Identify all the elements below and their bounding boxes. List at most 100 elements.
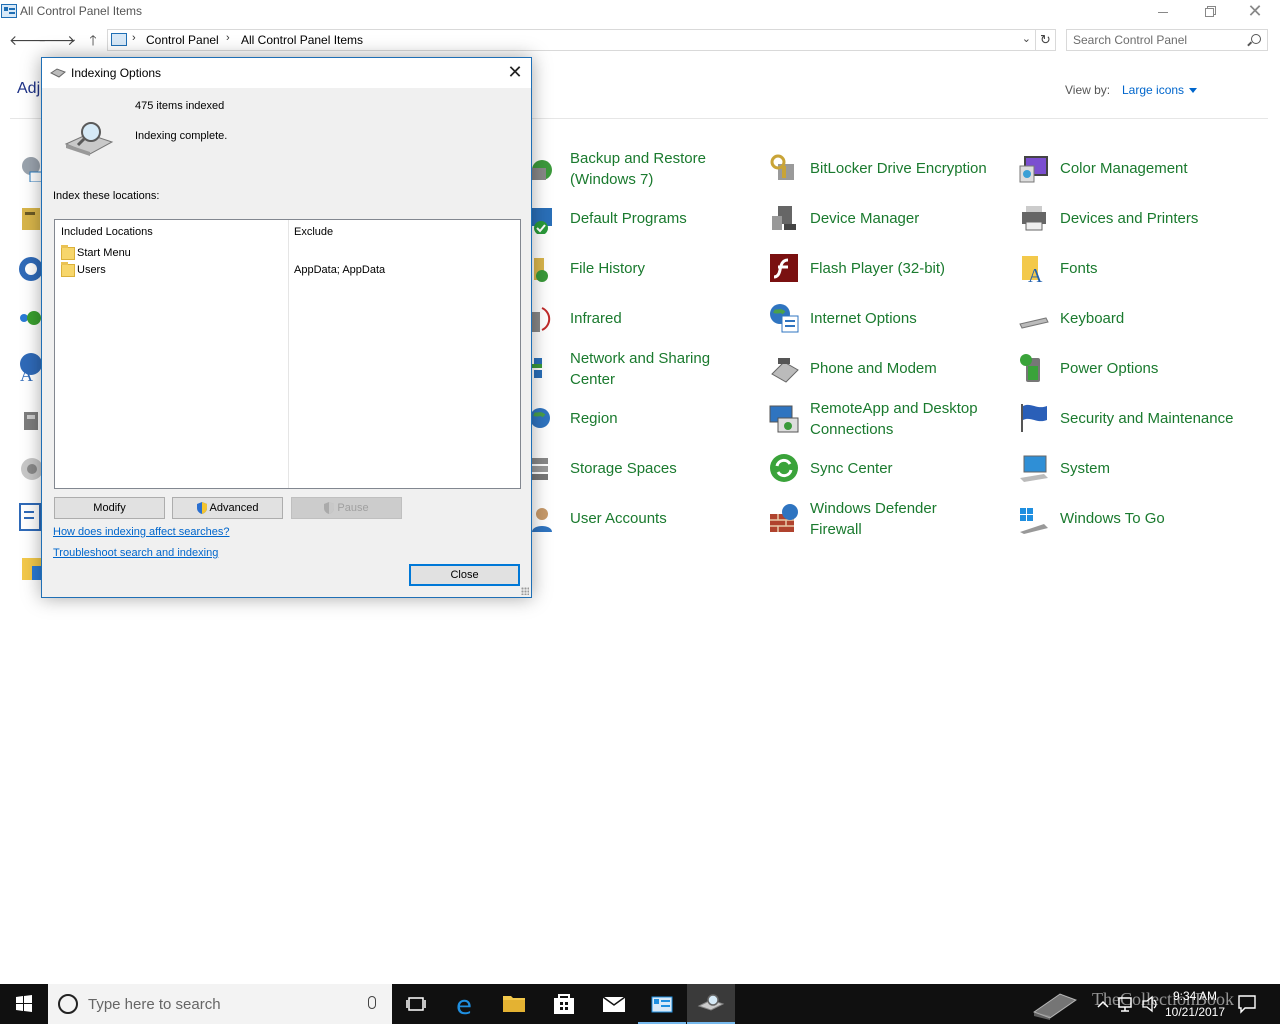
breadcrumb-control-panel[interactable]: Control Panel [146, 33, 219, 47]
cp-item-security-maintenance[interactable]: Security and Maintenance [1018, 398, 1258, 442]
close-button[interactable]: Close [409, 564, 520, 586]
pause-label: Pause [337, 502, 369, 514]
cp-item-devices-printers[interactable]: Devices and Printers [1018, 198, 1258, 242]
cp-item-power-options[interactable]: Power Options [1018, 348, 1258, 392]
modify-button[interactable]: Modify [54, 497, 165, 519]
cp-item-windows-to-go[interactable]: Windows To Go [1018, 498, 1258, 542]
cp-item-backup-restore[interactable]: Backup and Restore (Windows 7) [528, 148, 768, 192]
breadcrumb-separator[interactable]: › [226, 32, 230, 44]
dialog-title-bar[interactable]: Indexing Options ✕ [42, 58, 531, 88]
recent-locations-button[interactable]: ⌄ [63, 30, 83, 50]
minimize-icon [1158, 11, 1168, 13]
locations-list[interactable]: Included Locations Exclude Start Menu Us… [54, 219, 521, 489]
bitlocker-icon [770, 154, 794, 180]
taskbar-file-explorer[interactable] [490, 984, 538, 1024]
taskbar-indexing-options[interactable] [687, 984, 735, 1024]
color-management-icon [1019, 156, 1048, 183]
cp-item-label: Phone and Modem [810, 360, 937, 377]
items-indexed-count: 475 items indexed [135, 100, 225, 112]
start-button[interactable] [0, 984, 48, 1024]
list-item[interactable]: Start Menu [61, 245, 516, 262]
cp-item-default-programs[interactable]: Default Programs [528, 198, 768, 242]
forward-button[interactable]: 🡒 [38, 30, 76, 50]
cp-item-phone-modem[interactable]: Phone and Modem [768, 348, 1008, 392]
device-manager-icon [772, 206, 796, 230]
back-button[interactable]: 🡐 [9, 30, 47, 50]
list-item[interactable]: Users AppData; AppData [61, 262, 516, 279]
firewall-icon [770, 504, 798, 532]
cp-item-storage-spaces[interactable]: Storage Spaces [528, 448, 768, 492]
microphone-icon[interactable] [368, 996, 376, 1009]
cp-item-remoteapp[interactable]: RemoteApp and Desktop Connections [768, 398, 1008, 442]
cp-item-keyboard[interactable]: Keyboard [1018, 298, 1258, 342]
cp-item-network-sharing[interactable]: Network and Sharing Center [528, 348, 768, 392]
cp-item-device-manager[interactable]: Device Manager [768, 198, 1008, 242]
column-header-exclude[interactable]: Exclude [294, 226, 333, 238]
cp-item-region[interactable]: Region [528, 398, 768, 442]
cp-item-file-history[interactable]: File History [528, 248, 768, 292]
taskbar-mail[interactable] [590, 984, 638, 1024]
taskbar-search[interactable]: Type here to search [48, 984, 392, 1024]
close-window-button[interactable]: ✕ [1232, 0, 1278, 24]
cp-item-color-management[interactable]: Color Management [1018, 148, 1258, 192]
folder-icon [61, 245, 75, 260]
internet-options-icon [770, 304, 799, 333]
cp-item-user-accounts[interactable]: User Accounts [528, 498, 768, 542]
minimize-button[interactable] [1140, 0, 1186, 24]
cp-item-label: Color Management [1060, 160, 1188, 177]
task-view-button[interactable] [392, 984, 440, 1024]
cp-item-infrared[interactable]: Infrared [528, 298, 768, 342]
taskbar-control-panel[interactable] [638, 984, 686, 1024]
folder-icon [61, 262, 75, 277]
default-programs-icon [532, 208, 552, 234]
cp-item-internet-options[interactable]: Internet Options [768, 298, 1008, 342]
view-by-value: Large icons [1122, 83, 1185, 97]
cp-item-firewall[interactable]: Windows Defender Firewall [768, 498, 1008, 542]
pause-button: Pause [291, 497, 402, 519]
cp-item-fonts[interactable]: A Fonts [1018, 248, 1258, 292]
cp-item-sync-center[interactable]: Sync Center [768, 448, 1008, 492]
breadcrumb-separator[interactable]: › [132, 32, 136, 44]
up-button[interactable]: 🡑 [83, 30, 103, 50]
sync-center-icon [770, 454, 798, 482]
column-header-included[interactable]: Included Locations [61, 226, 153, 238]
view-by-label: View by: [1065, 83, 1111, 97]
advanced-button[interactable]: Advanced [172, 497, 283, 519]
cp-item-flash-player[interactable]: Flash Player (32-bit) [768, 248, 1008, 292]
breadcrumb-all-items[interactable]: All Control Panel Items [241, 33, 363, 47]
remoteapp-icon [769, 405, 799, 433]
locations-label: Index these locations: [53, 190, 160, 202]
indexing-options-dialog: Indexing Options ✕ 475 items indexed Ind… [41, 57, 532, 598]
indexing-icon [50, 68, 66, 78]
title-bar: All Control Panel Items ✕ [0, 0, 1280, 24]
flash-player-icon [770, 254, 798, 282]
indexing-affect-link[interactable]: How does indexing affect searches? [53, 526, 230, 538]
address-dropdown-icon[interactable]: ⌄ [1022, 32, 1031, 45]
cp-item-system[interactable]: System [1018, 448, 1258, 492]
resize-grip[interactable] [521, 587, 529, 595]
search-box[interactable] [1066, 29, 1268, 51]
watermark-text: TheCollectionBook [1092, 989, 1234, 1009]
cp-item-label: Sync Center [810, 460, 893, 477]
maximize-button[interactable] [1186, 0, 1232, 24]
refresh-button[interactable]: ↻ [1036, 29, 1056, 51]
window-title: All Control Panel Items [20, 4, 143, 18]
dialog-title: Indexing Options [71, 66, 162, 80]
windows-to-go-icon [1020, 508, 1048, 534]
troubleshoot-link[interactable]: Troubleshoot search and indexing [53, 547, 218, 559]
restore-icon [1204, 7, 1214, 17]
cp-item-label: Security and Maintenance [1060, 410, 1234, 427]
view-by-dropdown[interactable]: Large icons [1122, 83, 1198, 97]
dialog-close-button[interactable]: ✕ [503, 61, 527, 85]
backup-icon [532, 160, 552, 180]
cp-item-label: Region [570, 410, 618, 427]
cp-item-bitlocker[interactable]: BitLocker Drive Encryption [768, 148, 1008, 192]
taskbar-edge[interactable]: e [442, 984, 490, 1024]
address-bar[interactable]: › Control Panel › All Control Panel Item… [107, 29, 1036, 51]
taskbar-store[interactable] [540, 984, 588, 1024]
search-input[interactable] [1073, 32, 1243, 48]
folder-icon [503, 996, 525, 1012]
keyboard-icon [1019, 317, 1049, 329]
region-icon [530, 408, 550, 428]
cp-item-label: Backup and Restore (Windows 7) [570, 150, 706, 188]
